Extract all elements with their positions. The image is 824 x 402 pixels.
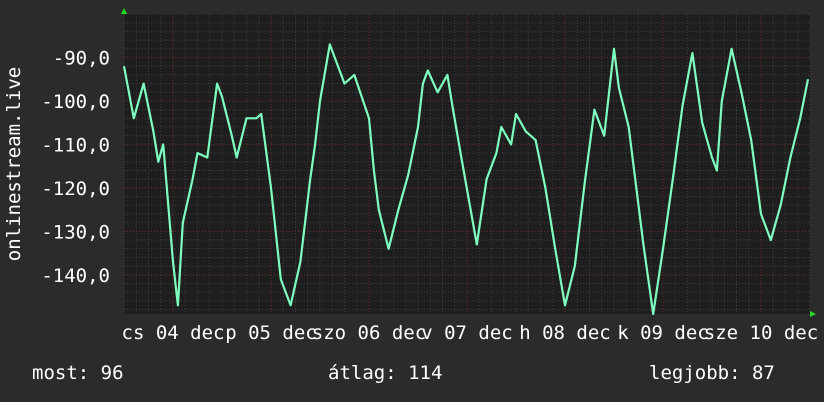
x-tick-label: v 07 dec — [421, 322, 513, 344]
x-tick-label: k 09 dec — [617, 322, 709, 344]
x-axis-arrow — [810, 311, 816, 317]
y-tick-label: -90,0 — [53, 47, 110, 69]
y-tick-label: -130,0 — [41, 221, 110, 243]
y-axis-arrow — [121, 8, 127, 14]
x-tick-labels: cs 04 dec p 05 decszo 06 decv 07 dec h 08 … — [122, 322, 819, 344]
y-tick-labels: -90,0 -100,0 -110,0 -120,0 -130,0 -140,0 — [41, 47, 110, 286]
average-value: átlag: 114 — [328, 362, 443, 384]
x-tick-label: h 08 dec — [519, 322, 611, 344]
x-tick-label: p 05 dec — [225, 322, 317, 344]
y-tick-label: -120,0 — [41, 178, 110, 200]
x-tick-label: szo 06 dec — [312, 322, 426, 344]
current-value: most: 96 — [32, 362, 124, 384]
y-tick-label: -140,0 — [41, 265, 110, 287]
signal-chart: -90,0 -100,0 -110,0 -120,0 -130,0 -140,0 cs 0… — [3, 8, 819, 344]
x-tick-label: sze 10 dec — [704, 322, 818, 344]
best-value: legjobb: 87 — [649, 362, 775, 384]
x-tick-label: cs 04 dec — [122, 322, 225, 344]
y-axis-label: onlinestream.live — [3, 67, 25, 261]
y-tick-label: -110,0 — [41, 134, 110, 156]
y-tick-label: -100,0 — [41, 91, 110, 113]
